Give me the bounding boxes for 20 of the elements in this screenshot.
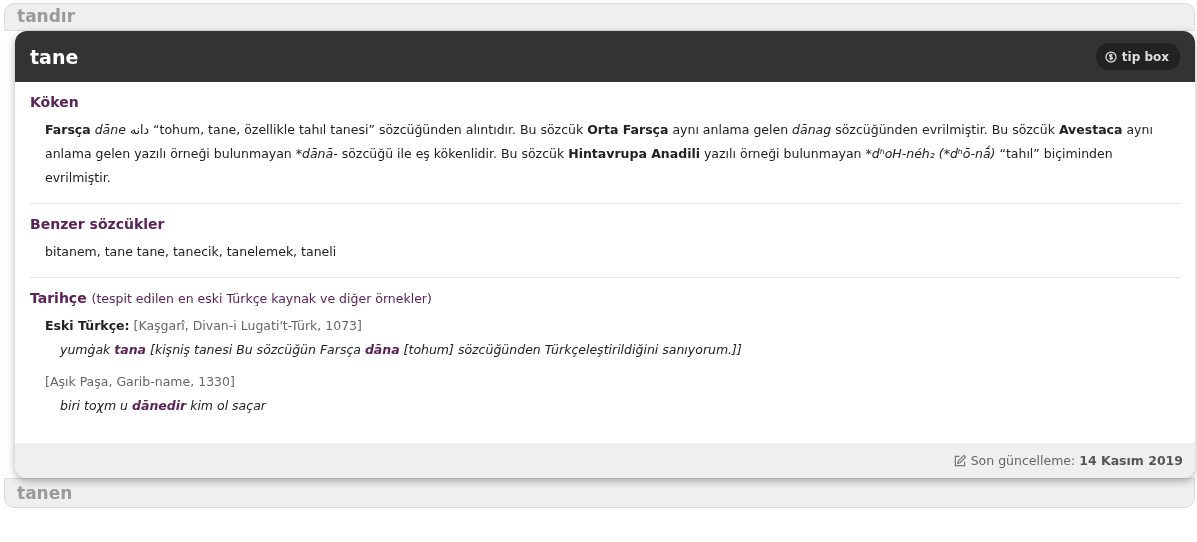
entry-title: tane <box>30 45 79 68</box>
section-heading: Tarihçe <box>30 290 87 306</box>
entry-title: tandır <box>17 6 76 26</box>
previous-entry-tab[interactable]: tandır <box>4 3 1195 31</box>
next-entry-tab[interactable]: tanen <box>4 478 1195 508</box>
quote-text: yumġak tana [kişniş tanesi Bu sözcüğün Farsça dāna [tohum] sözcüğünden Türkçeleştirildiğini sanıyorum.]] <box>60 341 743 359</box>
updated-label: Son güncelleme: <box>970 453 1076 468</box>
source-citation: [Kaşgarî, Divan-i Lugati't-Türk, 1073] <box>133 318 362 333</box>
dollar-icon <box>1104 50 1117 63</box>
related-words: bitanem, tane tane, tanecik, tanelemek, taneli <box>45 243 338 261</box>
section-heading: Köken <box>30 94 80 110</box>
source-citation: [Aşık Paşa, Garib-name, 1330] <box>45 374 235 389</box>
language-label: Eski Türkçe: <box>45 318 130 333</box>
section-subheading: (tespit edilen en eski Türkçe kaynak ve diğer örnekler) <box>91 291 432 306</box>
section-heading: Benzer sözcükler <box>30 216 166 232</box>
entry-title: tanen <box>17 483 73 503</box>
edit-icon <box>952 453 967 468</box>
quote-text: biri toχm u dānedir kim ol saçar <box>60 397 268 415</box>
updated-date: 14 Kasım 2019 <box>1079 453 1183 468</box>
tip-button[interactable]: tip box <box>1095 43 1180 70</box>
